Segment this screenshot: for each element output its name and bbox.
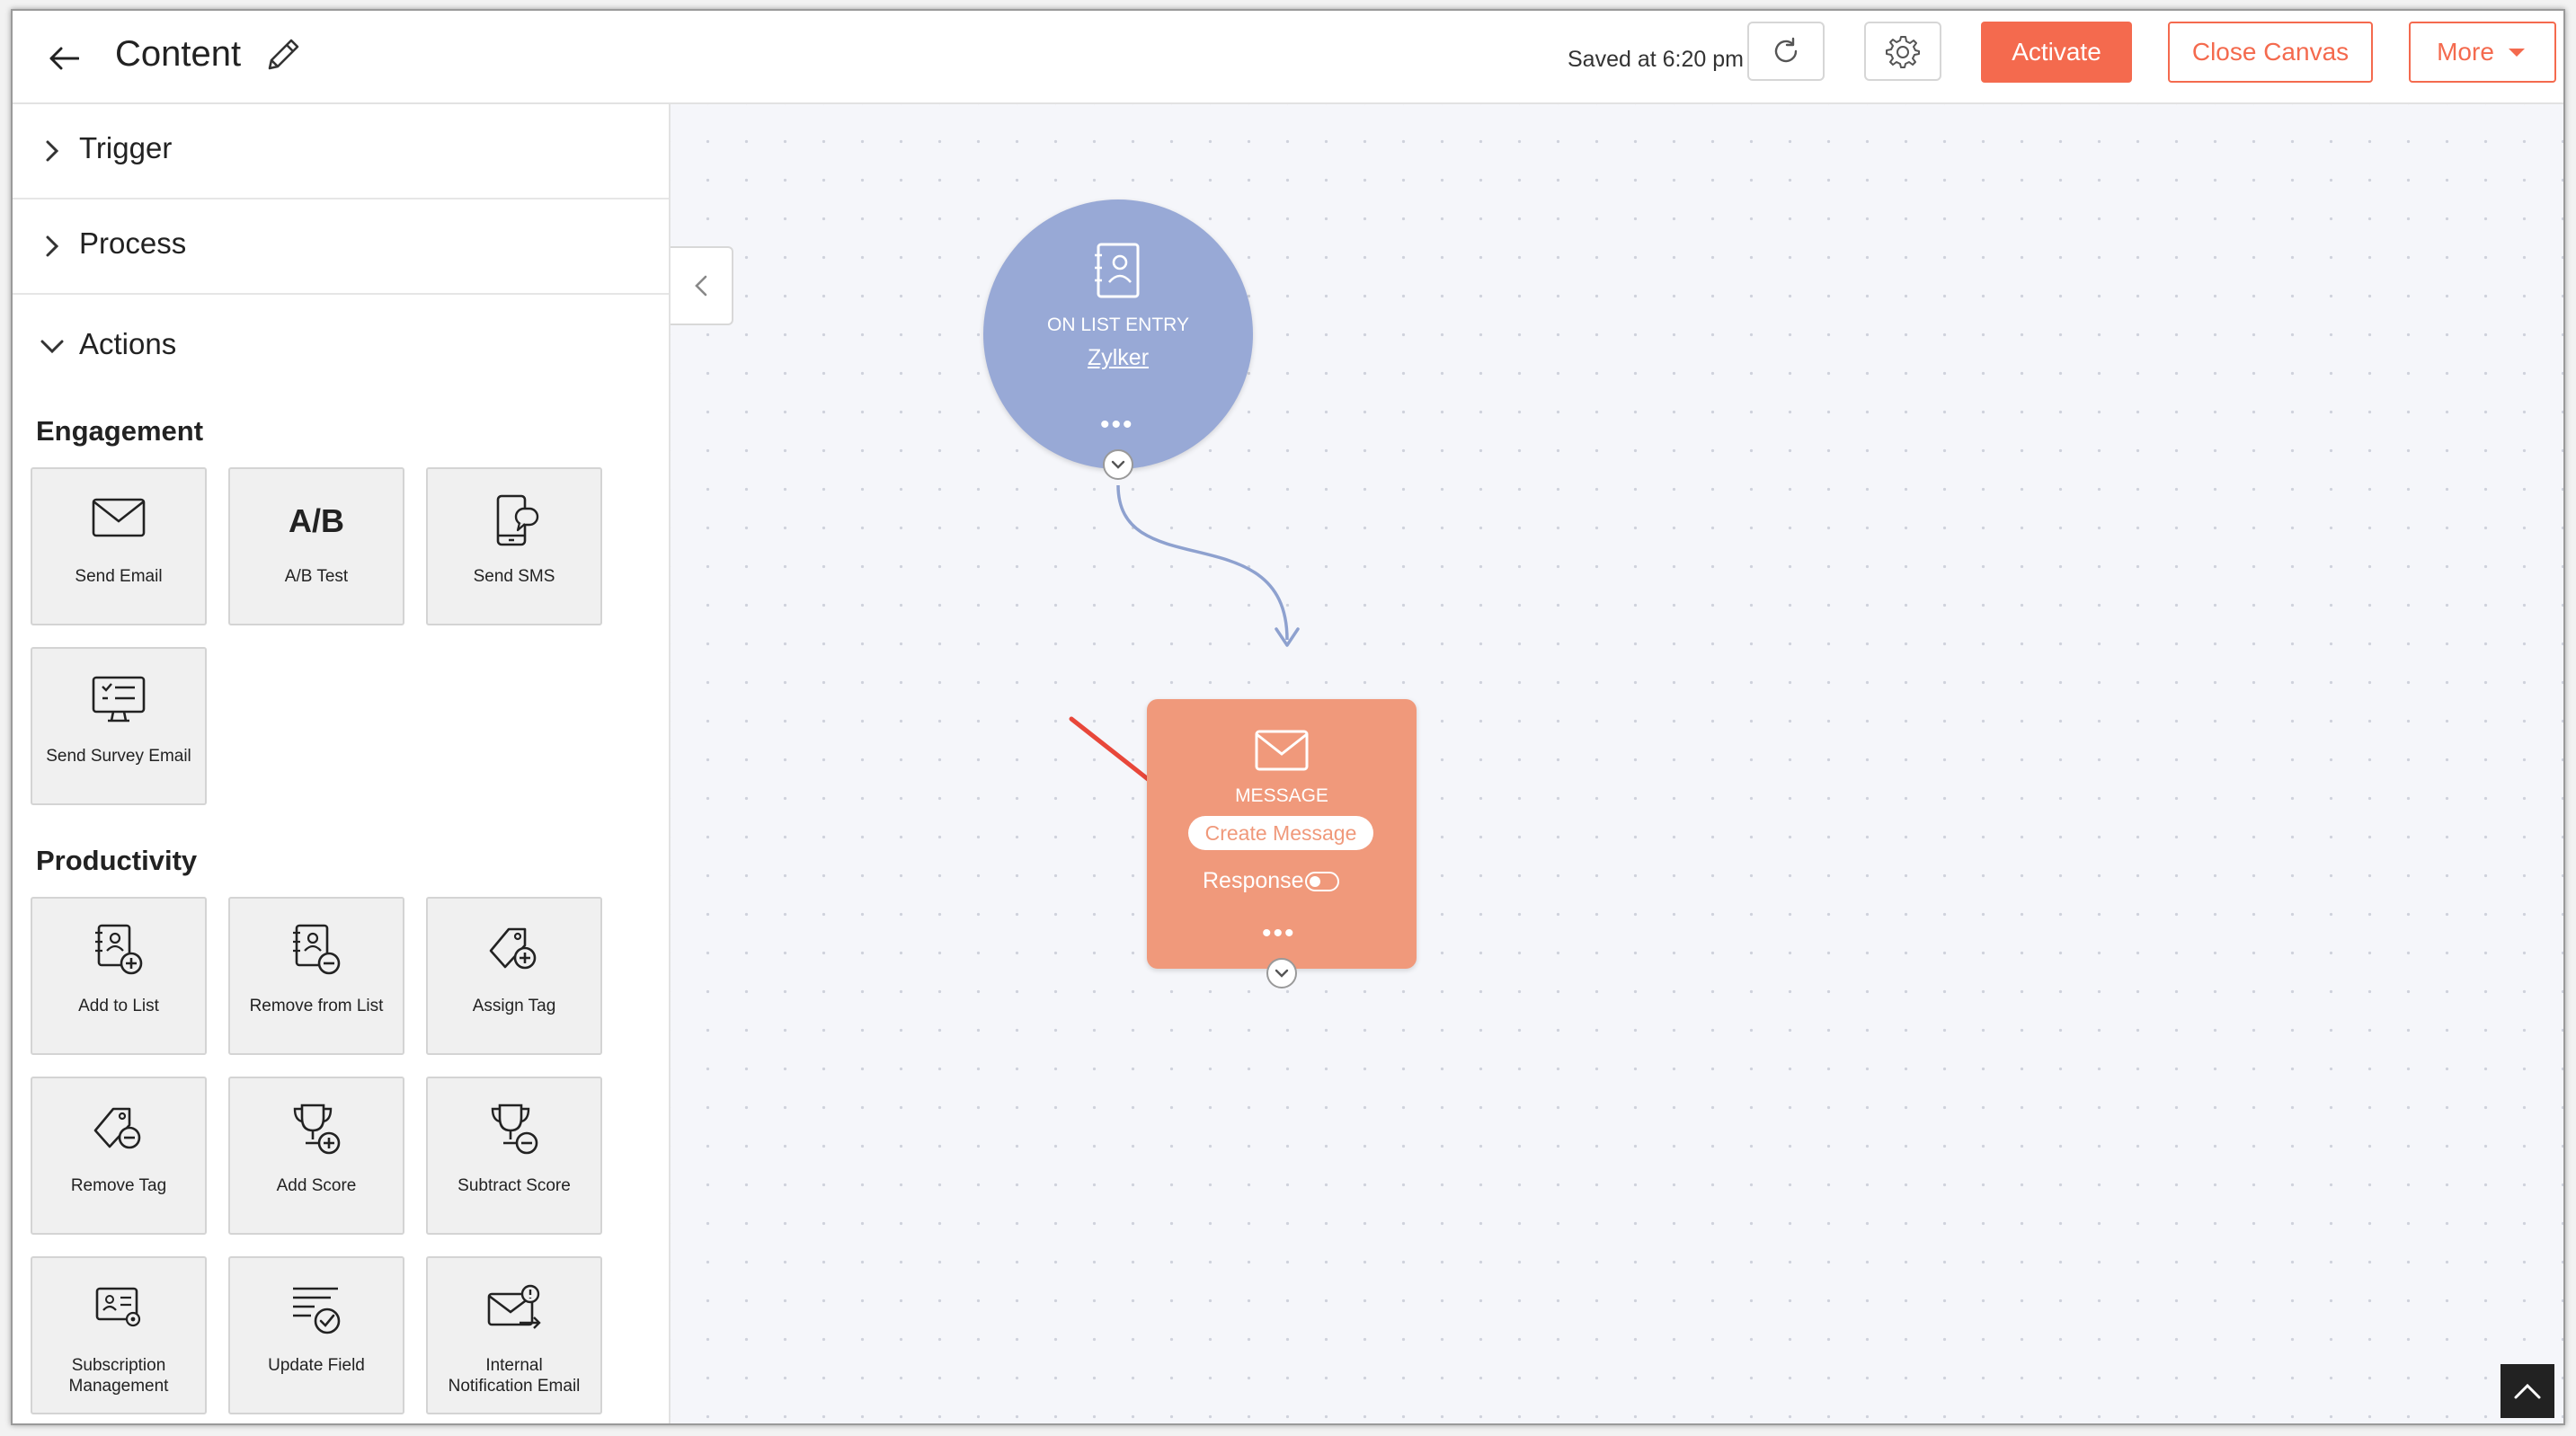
app-window: Content Saved at 6:20 pm Activate Close … bbox=[11, 9, 2565, 1425]
trigger-node-label: ON LIST ENTRY bbox=[1047, 315, 1189, 335]
response-toggle[interactable] bbox=[1305, 872, 1339, 891]
message-node-expander[interactable] bbox=[1266, 958, 1297, 988]
trigger-node[interactable]: ON LIST ENTRY Zylker ••• bbox=[983, 199, 1253, 469]
response-label: Response bbox=[1203, 868, 1304, 893]
contact-list-icon bbox=[1095, 243, 1140, 298]
message-node[interactable]: MESSAGE Create Message Response ••• bbox=[1147, 699, 1417, 969]
chevron-down-icon bbox=[1275, 969, 1289, 978]
scroll-to-top-button[interactable] bbox=[2500, 1364, 2554, 1418]
chevron-down-icon bbox=[1111, 460, 1125, 469]
envelope-icon bbox=[1255, 730, 1309, 771]
trigger-node-expander[interactable] bbox=[1103, 449, 1133, 480]
create-message-button[interactable]: Create Message bbox=[1188, 816, 1373, 850]
chevron-up-icon bbox=[2514, 1383, 2541, 1399]
more-options-icon[interactable]: ••• bbox=[1100, 412, 1134, 439]
message-node-label: MESSAGE bbox=[1235, 785, 1328, 806]
more-options-icon[interactable]: ••• bbox=[1262, 920, 1296, 947]
trigger-list-link[interactable]: Zylker bbox=[983, 345, 1253, 371]
